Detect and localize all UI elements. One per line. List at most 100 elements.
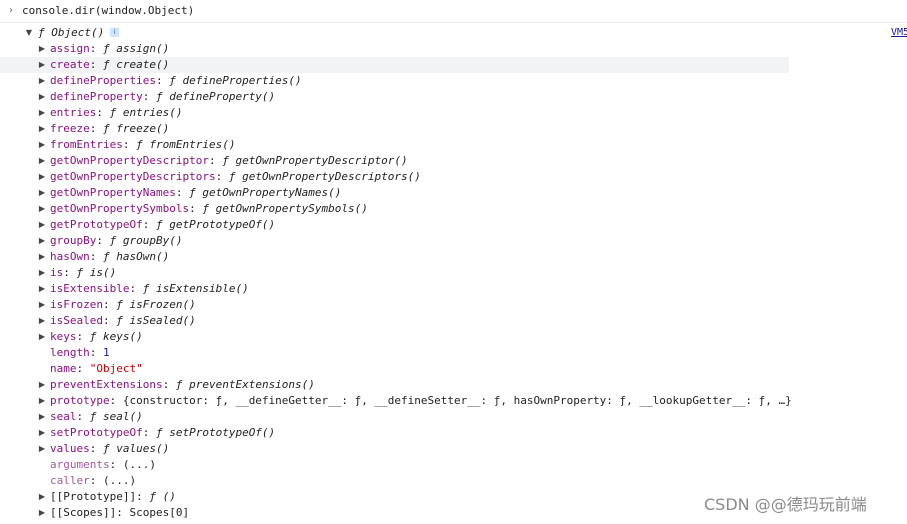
key-colon: : [102, 314, 117, 327]
console-command-text[interactable]: console.dir(window.Object) [22, 2, 194, 20]
property-key: getOwnPropertyDescriptor [50, 154, 209, 167]
tree-row-issealed[interactable]: ▶ isSealed: ƒ isSealed() [0, 313, 789, 329]
property-key: isFrozen [50, 298, 103, 311]
tree-row-getownpropertydescriptor[interactable]: ▶ getOwnPropertyDescriptor: ƒ getOwnPrope… [0, 153, 789, 169]
key-colon: : [122, 138, 137, 151]
triangle-right-icon[interactable]: ▶ [37, 217, 47, 233]
tree-row-content: defineProperties: ƒ defineProperties() [50, 73, 302, 89]
triangle-right-icon[interactable]: ▶ [37, 41, 47, 57]
triangle-right-icon[interactable]: ▶ [37, 425, 47, 441]
triangle-right-icon[interactable]: ▶ [37, 137, 47, 153]
triangle-down-icon[interactable]: ▼ [24, 25, 34, 41]
tree-row-defineproperties[interactable]: ▶ defineProperties: ƒ defineProperties() [0, 73, 789, 89]
key-colon: : [215, 170, 229, 183]
triangle-right-icon[interactable]: ▶ [37, 505, 47, 521]
tree-row-content: seal: ƒ seal() [50, 409, 143, 425]
tree-row-name: name: "Object" [0, 361, 789, 377]
triangle-right-icon[interactable]: ▶ [37, 377, 47, 393]
property-key: [[Prototype]] [50, 490, 137, 503]
property-value: keys() [103, 330, 143, 343]
tree-row-isfrozen[interactable]: ▶ isFrozen: ƒ isFrozen() [0, 297, 789, 313]
property-value: values() [116, 442, 170, 455]
tree-row-getownpropertysymbols[interactable]: ▶ getOwnPropertySymbols: ƒ getOwnProperty… [0, 201, 789, 217]
source-link[interactable]: VM5 [891, 25, 907, 41]
tree-row-create[interactable]: ▶ create: ƒ create() [0, 57, 789, 73]
key-colon: : [89, 442, 103, 455]
function-f-glyph: ƒ [149, 490, 156, 503]
property-value: seal() [103, 410, 143, 423]
tree-row-content: create: ƒ create() [50, 57, 169, 73]
property-value: setPrototypeOf() [169, 426, 276, 439]
tree-row-isextensible[interactable]: ▶ isExtensible: ƒ isExtensible() [0, 281, 789, 297]
property-value: create() [116, 58, 170, 71]
info-icon[interactable]: i [110, 27, 120, 37]
triangle-right-icon[interactable]: ▶ [37, 281, 47, 297]
triangle-right-icon[interactable]: ▶ [37, 329, 47, 345]
property-key: getOwnPropertyNames [50, 186, 176, 199]
tree-row-values[interactable]: ▶ values: ƒ values() [0, 441, 789, 457]
triangle-right-icon[interactable]: ▶ [37, 297, 47, 313]
property-key: caller [50, 474, 90, 487]
triangle-right-icon[interactable]: ▶ [37, 89, 47, 105]
tree-row-preventextensions[interactable]: ▶ preventExtensions: ƒ preventExtensions(… [0, 377, 789, 393]
triangle-right-icon[interactable]: ▶ [37, 489, 47, 505]
tree-row-defineproperty[interactable]: ▶ defineProperty: ƒ defineProperty() [0, 89, 789, 105]
triangle-right-icon[interactable]: ▶ [37, 409, 47, 425]
tree-row-prototype[interactable]: ▶ prototype: {constructor: ƒ, __defineGet… [0, 393, 792, 409]
tree-row-getprototypeof[interactable]: ▶ getPrototypeOf: ƒ getPrototypeOf() [0, 217, 789, 233]
tree-row-groupby[interactable]: ▶ groupBy: ƒ groupBy() [0, 233, 789, 249]
property-value: defineProperty() [169, 90, 276, 103]
property-key: groupBy [50, 234, 97, 247]
triangle-right-icon[interactable]: ▶ [37, 441, 47, 457]
property-value: isFrozen() [129, 298, 196, 311]
tree-row-getownpropertydescriptors[interactable]: ▶ getOwnPropertyDescriptors: ƒ getOwnProp… [0, 169, 789, 185]
triangle-right-icon[interactable]: ▶ [37, 121, 47, 137]
function-f-glyph: ƒ [189, 186, 196, 199]
tree-row-freeze[interactable]: ▶ freeze: ƒ freeze() [0, 121, 789, 137]
triangle-right-icon[interactable]: ▶ [37, 233, 47, 249]
property-key: create [50, 58, 90, 71]
property-value: {constructor: ƒ, __defineGetter__: ƒ, __… [122, 394, 792, 407]
console-command-row[interactable]: › console.dir(window.Object) [0, 2, 907, 20]
key-colon: : [155, 74, 170, 87]
tree-row-hasown[interactable]: ▶ hasOwn: ƒ hasOwn() [0, 249, 789, 265]
function-f-glyph: ƒ [175, 378, 183, 391]
tree-row-is[interactable]: ▶ is: ƒ is() [0, 265, 789, 281]
tree-row-content: groupBy: ƒ groupBy() [50, 233, 182, 249]
function-f-glyph: ƒ [103, 250, 110, 263]
triangle-right-icon[interactable]: ▶ [37, 73, 47, 89]
property-key: freeze [50, 122, 90, 135]
triangle-right-icon[interactable]: ▶ [37, 313, 47, 329]
triangle-right-icon[interactable]: ▶ [37, 265, 47, 281]
triangle-right-icon[interactable]: ▶ [37, 169, 47, 185]
tree-row-seal[interactable]: ▶ seal: ƒ seal() [0, 409, 789, 425]
key-colon: : [96, 234, 110, 247]
tree-row-arguments: arguments: (...) [0, 457, 789, 473]
property-key: keys [50, 330, 77, 343]
triangle-right-icon[interactable]: ▶ [37, 201, 47, 217]
function-f-glyph: ƒ [155, 218, 163, 231]
triangle-right-icon[interactable]: ▶ [37, 153, 47, 169]
function-f-glyph: ƒ [109, 234, 117, 247]
tree-row-scopes[interactable]: ▶ [[Scopes]]: Scopes[0] [0, 505, 789, 521]
triangle-right-icon[interactable]: ▶ [37, 57, 47, 73]
tree-row-prototype[interactable]: ▶ [[Prototype]]: ƒ () [0, 489, 789, 505]
property-key: arguments [50, 458, 110, 471]
key-colon: : [162, 378, 176, 391]
tree-row-getownpropertynames[interactable]: ▶ getOwnPropertyNames: ƒ getOwnPropertyNa… [0, 185, 789, 201]
property-key: [[Scopes]] [50, 506, 117, 519]
triangle-right-icon[interactable]: ▶ [37, 249, 47, 265]
tree-row-assign[interactable]: ▶ assign: ƒ assign() [0, 41, 789, 57]
chevron-right-icon: › [9, 5, 13, 16]
triangle-right-icon[interactable]: ▶ [37, 105, 47, 121]
tree-row-keys[interactable]: ▶ keys: ƒ keys() [0, 329, 789, 345]
tree-root-object[interactable]: ▼ ƒ Object() i [0, 25, 700, 41]
tree-row-setprototypeof[interactable]: ▶ setPrototypeOf: ƒ setPrototypeOf() [0, 425, 789, 441]
triangle-right-icon[interactable]: ▶ [37, 185, 47, 201]
tree-row-fromentries[interactable]: ▶ fromEntries: ƒ fromEntries() [0, 137, 789, 153]
property-key: setPrototypeOf [50, 426, 143, 439]
key-colon: : [76, 362, 90, 375]
property-value: getPrototypeOf() [169, 218, 276, 231]
triangle-right-icon[interactable]: ▶ [37, 393, 47, 409]
tree-row-entries[interactable]: ▶ entries: ƒ entries() [0, 105, 789, 121]
